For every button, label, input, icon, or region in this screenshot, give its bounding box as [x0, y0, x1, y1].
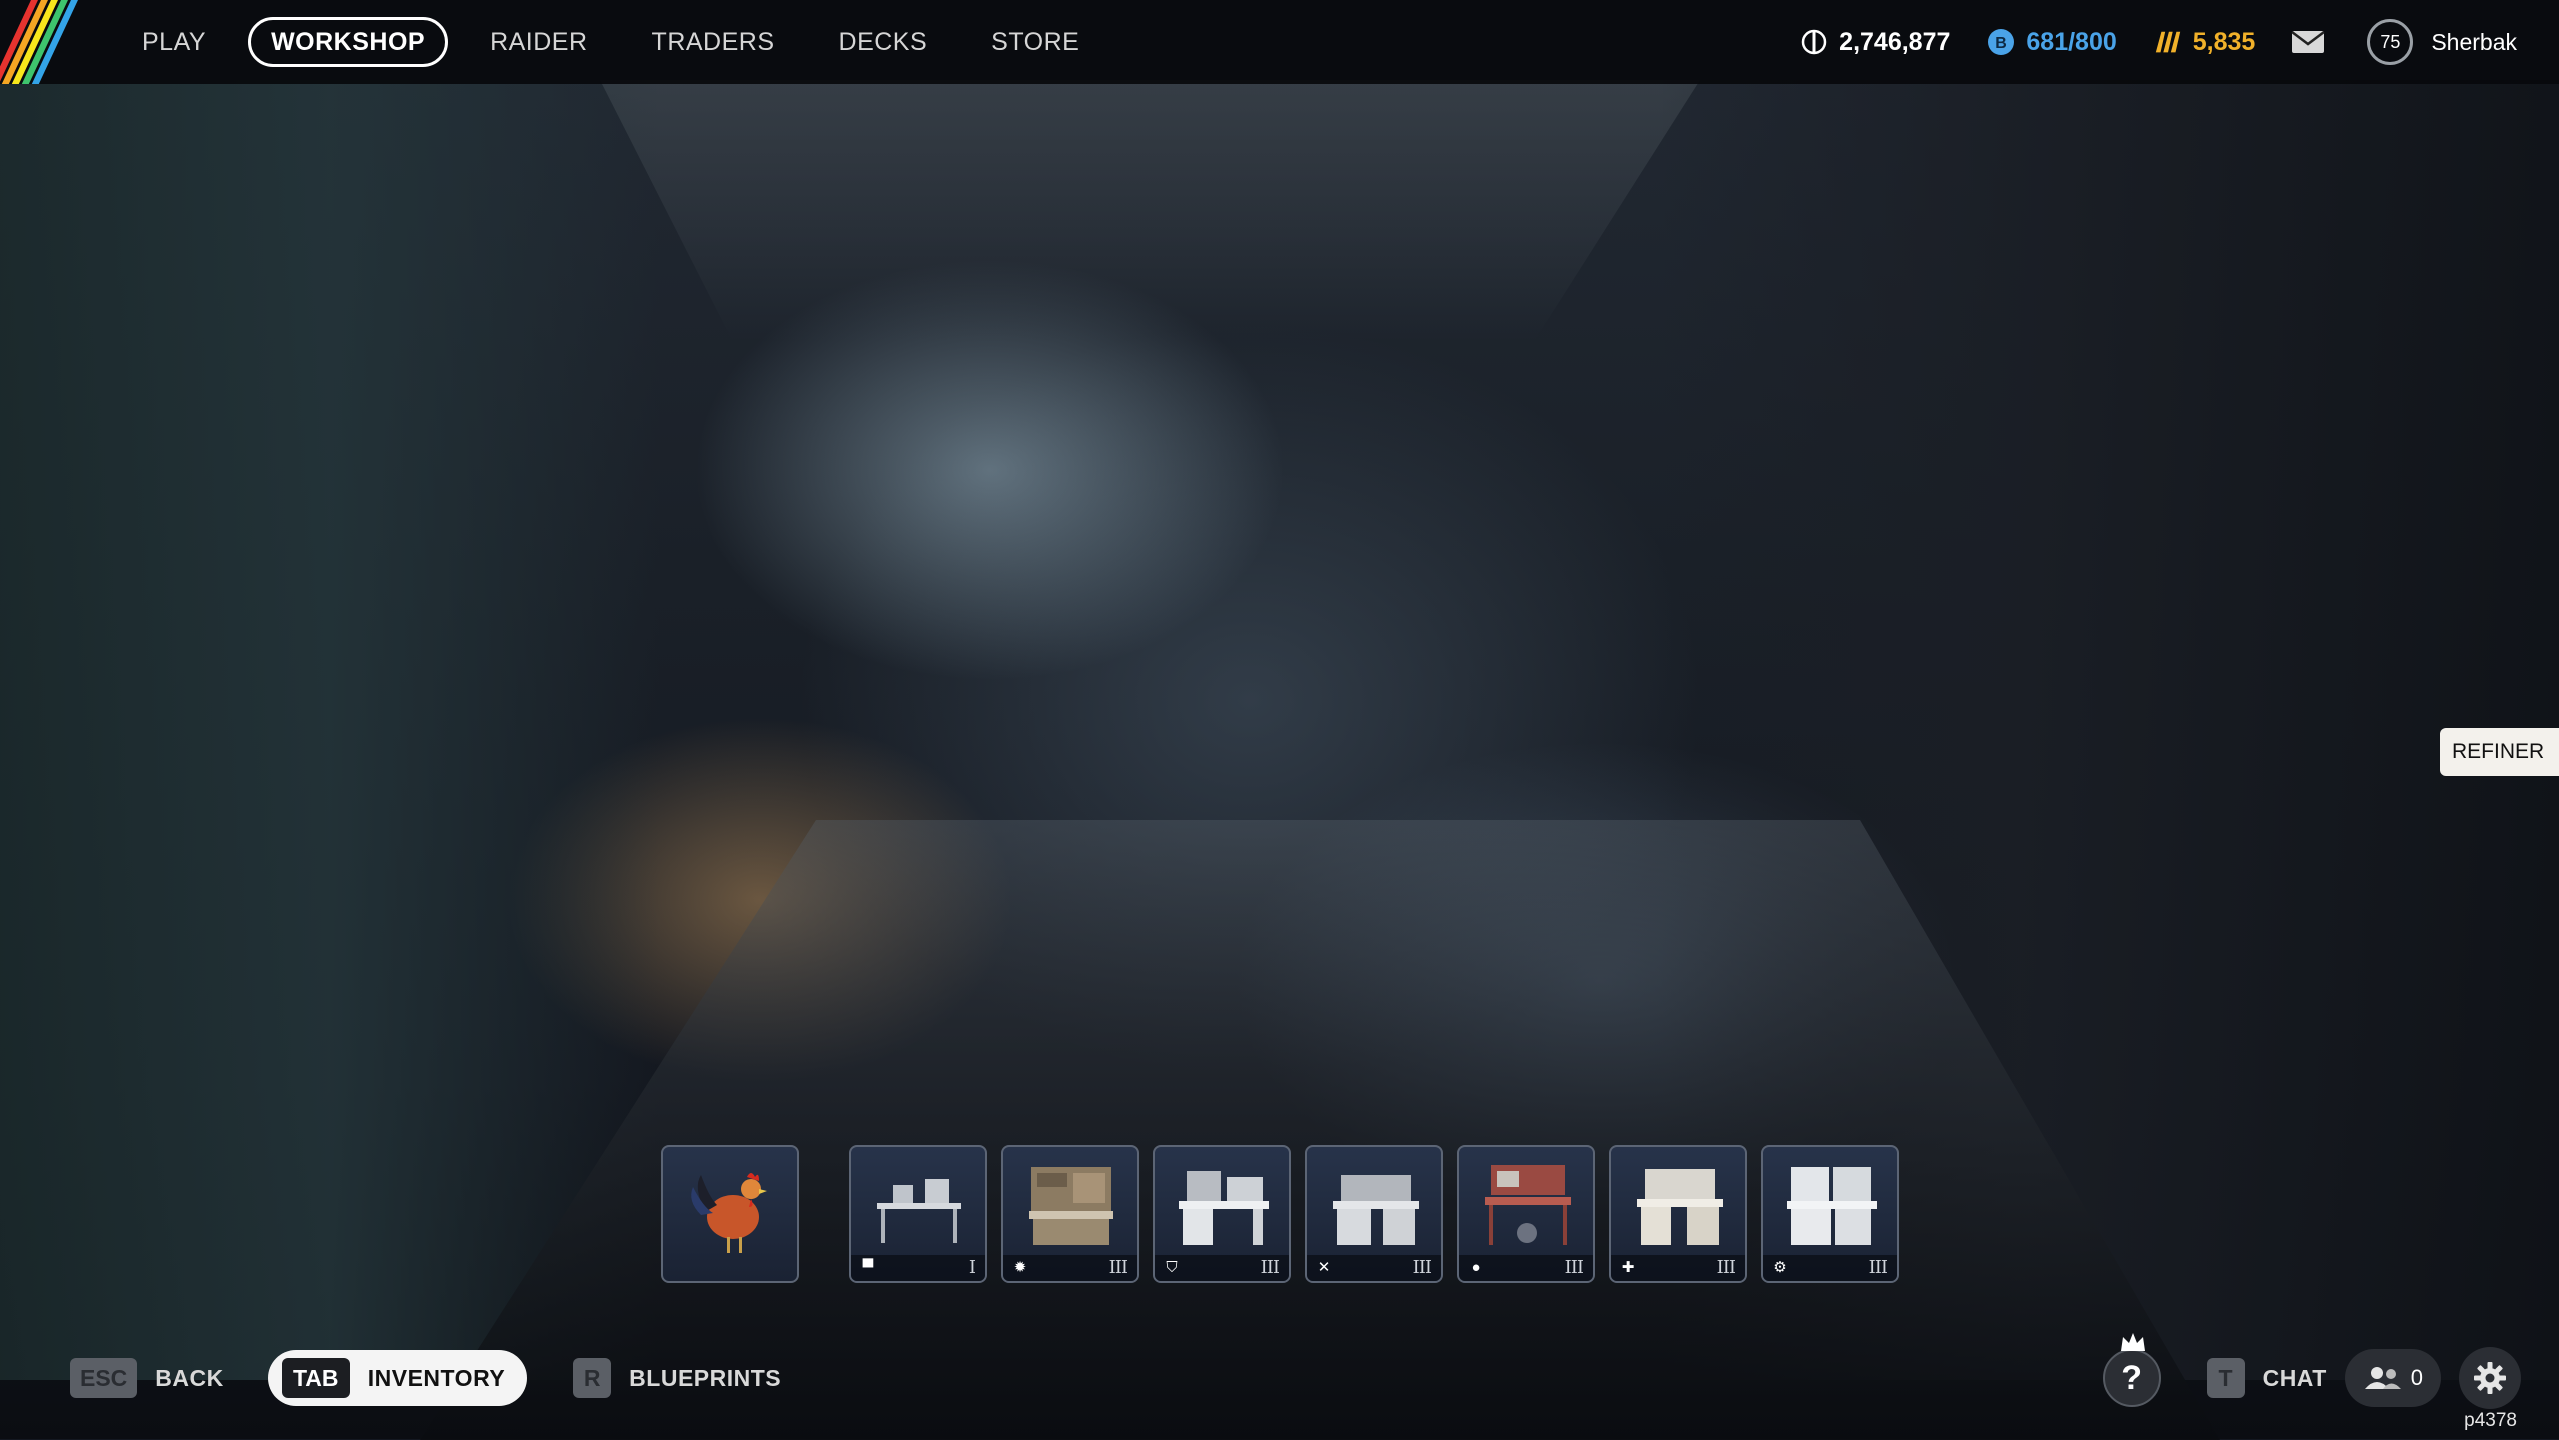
blueprints-button[interactable]: R BLUEPRINTS: [573, 1358, 781, 1398]
bench-tier: III: [1564, 1257, 1584, 1278]
coin-balance[interactable]: 2,746,877: [1799, 27, 1950, 57]
nav-store[interactable]: STORE: [959, 17, 1111, 67]
bottom-right-controls: ? T CHAT 0: [2102, 1333, 2559, 1409]
top-bar: PLAY WORKSHOP RAIDER TRADERS DECKS STORE…: [0, 0, 2559, 84]
player-level-badge: 75: [2367, 19, 2414, 65]
token-icon: B: [1986, 27, 2016, 57]
bench-slot-3[interactable]: ⛉ III: [1153, 1145, 1291, 1283]
chat-label: CHAT: [2262, 1364, 2327, 1391]
bench-4-image: [1333, 1175, 1419, 1245]
bench-slot-1[interactable]: ▀ I: [849, 1145, 987, 1283]
bench-2-image: [1029, 1167, 1113, 1245]
settings-button[interactable]: [2459, 1347, 2521, 1409]
gear-icon: [2474, 1362, 2506, 1394]
friends-button[interactable]: 0: [2344, 1349, 2441, 1407]
chat-button[interactable]: T CHAT: [2206, 1358, 2327, 1398]
bench-icon: ▀: [862, 1259, 874, 1276]
back-button[interactable]: ESC BACK: [70, 1358, 224, 1398]
bench-tier: III: [1412, 1257, 1432, 1278]
scene-left-wall: [0, 80, 660, 1380]
bench-7-image: [1787, 1167, 1877, 1245]
inventory-label: INVENTORY: [367, 1364, 506, 1391]
key-t: T: [2206, 1358, 2245, 1398]
bench-tier: I: [968, 1257, 976, 1278]
blueprints-label: BLUEPRINTS: [629, 1364, 782, 1391]
utility-icon: ●: [1471, 1259, 1481, 1276]
key-r: R: [573, 1358, 612, 1398]
shield-icon: ⛉: [1166, 1259, 1178, 1276]
bench-6-image: [1637, 1169, 1723, 1245]
bench-slot-7[interactable]: ⚙ III: [1761, 1145, 1899, 1283]
tools-icon: ✕: [1317, 1259, 1331, 1276]
bench-tier: III: [1716, 1257, 1736, 1278]
coin-icon: [1799, 27, 1829, 57]
bench-5-image: [1485, 1165, 1571, 1245]
svg-text:B: B: [1996, 35, 2008, 52]
mail-icon[interactable]: [2291, 30, 2326, 54]
bench-tier: III: [1260, 1257, 1280, 1278]
bench-slot-2[interactable]: ✹ III: [1001, 1145, 1139, 1283]
token-value: 681/800: [2026, 27, 2117, 56]
bottom-left-controls: ESC BACK TAB INVENTORY R BLUEPRINTS: [70, 1350, 781, 1406]
inventory-button[interactable]: TAB INVENTORY: [267, 1350, 528, 1406]
friends-icon: [2364, 1367, 2401, 1389]
refiner-station-label[interactable]: REFINER: [2440, 728, 2559, 776]
rooster-icon: [691, 1173, 767, 1253]
back-label: BACK: [155, 1364, 224, 1391]
bench-tier: III: [1108, 1257, 1128, 1278]
player-username: Sherbak: [2431, 28, 2517, 55]
premium-value: 5,835: [2192, 27, 2256, 56]
nav-decks[interactable]: DECKS: [807, 17, 960, 67]
nav-play[interactable]: PLAY: [110, 17, 238, 67]
bench-1-image: [877, 1179, 961, 1243]
nav-raider[interactable]: RAIDER: [458, 17, 619, 67]
bench-tier: III: [1868, 1257, 1888, 1278]
main-nav: PLAY WORKSHOP RAIDER TRADERS DECKS STORE: [110, 0, 1111, 84]
player-profile[interactable]: 75 Sherbak: [2367, 19, 2517, 65]
bench-slot-5[interactable]: ● III: [1457, 1145, 1595, 1283]
explosive-icon: ✹: [1013, 1259, 1027, 1276]
token-balance[interactable]: B 681/800: [1986, 27, 2117, 57]
key-tab: TAB: [281, 1358, 350, 1398]
nav-workshop[interactable]: WORKSHOP: [248, 17, 449, 67]
crown-icon: [2120, 1333, 2145, 1351]
build-version: p4378: [2464, 1410, 2517, 1431]
game-logo[interactable]: [0, 0, 90, 84]
nav-traders[interactable]: TRADERS: [620, 17, 807, 67]
currency-bar: 2,746,877 B 681/800 5,835 75 Sherbak: [1799, 0, 2559, 84]
friends-count: 0: [2410, 1365, 2423, 1390]
help-button[interactable]: ?: [2102, 1333, 2161, 1407]
key-esc: ESC: [70, 1358, 138, 1398]
bench-3-image: [1179, 1171, 1269, 1245]
bench-slot-6[interactable]: ✚ III: [1609, 1145, 1747, 1283]
premium-currency-icon: [2153, 27, 2183, 57]
bench-slot-4[interactable]: ✕ III: [1305, 1145, 1443, 1283]
scene-ceiling: [600, 80, 1700, 340]
bench-slot-rooster[interactable]: [661, 1145, 799, 1283]
refiner-icon: ⚙: [1773, 1259, 1787, 1276]
medical-icon: ✚: [1621, 1259, 1635, 1276]
question-icon: ?: [2121, 1358, 2142, 1397]
premium-balance[interactable]: 5,835: [2153, 27, 2256, 57]
coin-value: 2,746,877: [1839, 27, 1951, 56]
